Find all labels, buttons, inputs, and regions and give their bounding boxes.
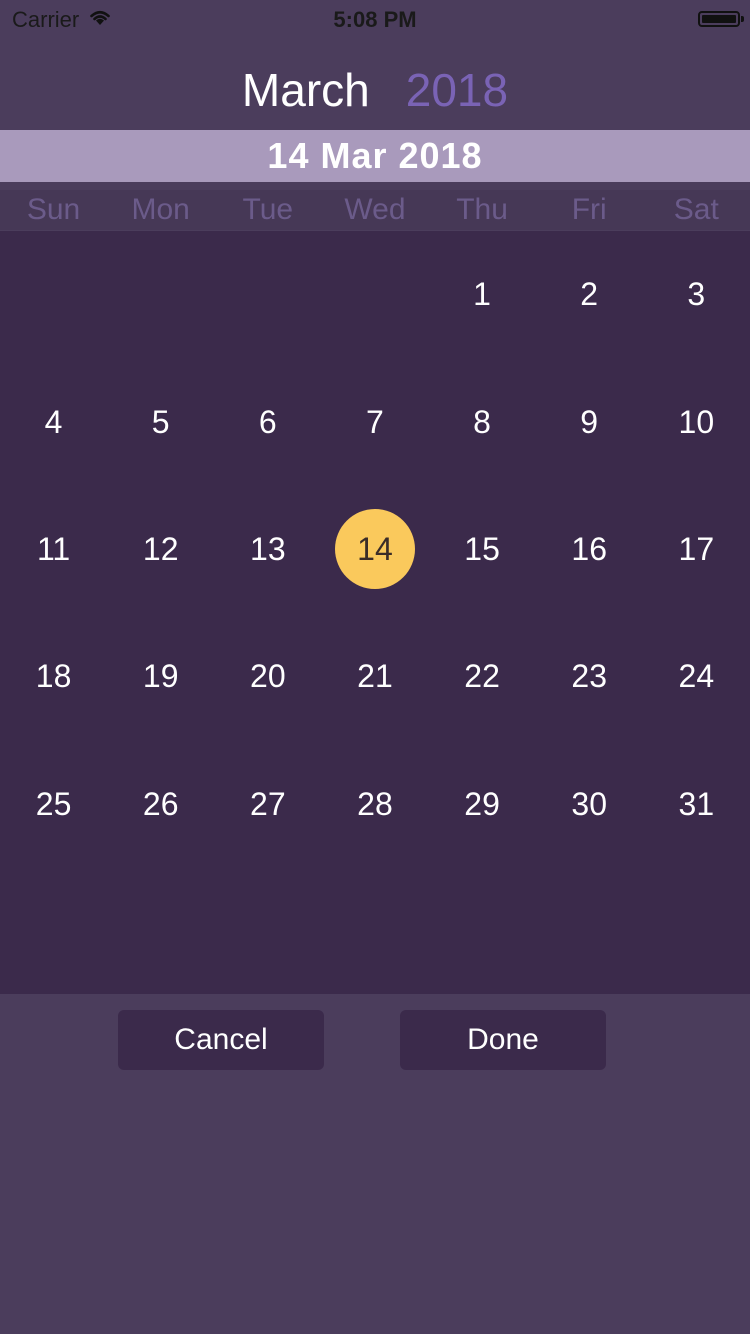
year-label[interactable]: 2018	[406, 63, 508, 117]
day-cell-6[interactable]: 6	[214, 358, 321, 485]
week-row: 11 12 13 14 15 16 17	[0, 486, 750, 613]
selected-day-circle: 14	[334, 509, 415, 590]
week-row: 25 26 27 28 29 30 31	[0, 741, 750, 868]
action-buttons: Cancel Done	[0, 1010, 750, 1070]
week-row	[0, 868, 750, 995]
empty-day-cell	[429, 868, 536, 995]
day-number: 16	[571, 530, 607, 567]
weekday-thu: Thu	[456, 193, 508, 226]
month-label[interactable]: March	[242, 63, 370, 117]
day-number: 23	[571, 658, 607, 695]
empty-day-cell	[536, 868, 643, 995]
done-button[interactable]: Done	[400, 1010, 606, 1070]
empty-day-cell	[107, 868, 214, 995]
day-cell-5[interactable]: 5	[107, 358, 214, 485]
weekday-wed: Wed	[344, 193, 406, 226]
month-year-header: March 2018	[0, 55, 750, 125]
day-number: 9	[580, 403, 599, 440]
day-number: 25	[35, 785, 72, 822]
empty-day-cell	[643, 868, 750, 995]
day-number: 26	[142, 785, 179, 822]
day-number: 4	[44, 403, 63, 440]
calendar-grid: 1 2 3 4 5 6 7 8 9 10 11 12 13 14 15 16 17 18 19 20 21 22 23 24 2…	[0, 231, 750, 994]
day-number: 1	[473, 276, 491, 313]
day-number: 17	[678, 530, 715, 567]
day-number: 31	[678, 785, 715, 822]
day-cell-2[interactable]: 2	[536, 231, 643, 358]
day-number: 3	[687, 276, 706, 313]
weekday-fri: Fri	[571, 193, 607, 226]
day-cell-18[interactable]: 18	[0, 613, 107, 740]
day-number: 20	[250, 658, 286, 695]
day-cell-25[interactable]: 25	[0, 741, 107, 868]
weekday-header-row: Sun Mon Tue Wed Thu Fri Sat	[0, 190, 750, 230]
day-number: 18	[35, 658, 72, 695]
day-cell-15[interactable]: 15	[429, 486, 536, 613]
day-cell-26[interactable]: 26	[107, 741, 214, 868]
day-cell-8[interactable]: 8	[429, 358, 536, 485]
day-cell-7[interactable]: 7	[321, 358, 428, 485]
day-cell-9[interactable]: 9	[536, 358, 643, 485]
weekday-sat: Sat	[673, 193, 719, 226]
weekday-sun: Sun	[26, 193, 81, 226]
day-number: 19	[142, 658, 179, 695]
week-row: 18 19 20 21 22 23 24	[0, 613, 750, 740]
day-cell-22[interactable]: 22	[429, 613, 536, 740]
day-number: 13	[250, 530, 286, 567]
day-number: 10	[678, 403, 715, 440]
day-cell-31[interactable]: 31	[643, 741, 750, 868]
day-cell-12[interactable]: 12	[107, 486, 214, 613]
day-cell-27[interactable]: 27	[214, 741, 321, 868]
day-cell-13[interactable]: 13	[214, 486, 321, 613]
day-cell-3[interactable]: 3	[643, 231, 750, 358]
day-number: 15	[464, 530, 500, 567]
week-row: 1 2 3	[0, 231, 750, 358]
day-cell-4[interactable]: 4	[0, 358, 107, 485]
day-number: 2	[580, 276, 599, 313]
empty-day-cell	[0, 868, 107, 995]
day-number: 27	[250, 785, 286, 822]
battery-icon	[698, 11, 744, 27]
week-row: 4 5 6 7 8 9 10	[0, 358, 750, 485]
day-number: 29	[464, 785, 500, 822]
empty-day-cell	[107, 231, 214, 358]
day-cell-11[interactable]: 11	[0, 486, 107, 613]
day-number: 8	[473, 403, 491, 440]
day-cell-21[interactable]: 21	[321, 613, 428, 740]
day-number: 21	[357, 658, 393, 695]
day-cell-10[interactable]: 10	[643, 358, 750, 485]
day-cell-1[interactable]: 1	[429, 231, 536, 358]
day-number: 12	[142, 530, 179, 567]
day-number: 6	[258, 403, 277, 440]
status-bar: Carrier 5:08 PM	[0, 0, 750, 40]
day-cell-19[interactable]: 19	[107, 613, 214, 740]
empty-day-cell	[214, 868, 321, 995]
day-cell-16[interactable]: 16	[536, 486, 643, 613]
day-cell-30[interactable]: 30	[536, 741, 643, 868]
empty-day-cell	[321, 231, 428, 358]
weekday-tue: Tue	[242, 193, 294, 226]
day-cell-29[interactable]: 29	[429, 741, 536, 868]
day-number: 28	[357, 785, 393, 822]
day-cell-24[interactable]: 24	[643, 613, 750, 740]
day-number: 22	[464, 658, 500, 695]
day-cell-14[interactable]: 14	[321, 486, 428, 613]
day-cell-28[interactable]: 28	[321, 741, 428, 868]
day-number: 24	[678, 658, 715, 695]
day-number: 7	[366, 403, 384, 440]
day-cell-23[interactable]: 23	[536, 613, 643, 740]
day-number: 11	[36, 530, 71, 567]
day-cell-20[interactable]: 20	[214, 613, 321, 740]
empty-day-cell	[321, 868, 428, 995]
day-number: 5	[151, 403, 170, 440]
empty-day-cell	[214, 231, 321, 358]
empty-day-cell	[0, 231, 107, 358]
selected-date-banner: 14 Mar 2018	[0, 130, 750, 182]
status-time: 5:08 PM	[333, 7, 417, 32]
cancel-button[interactable]: Cancel	[118, 1010, 324, 1070]
weekday-mon: Mon	[131, 193, 190, 226]
day-cell-17[interactable]: 17	[643, 486, 750, 613]
day-number: 30	[571, 785, 607, 822]
